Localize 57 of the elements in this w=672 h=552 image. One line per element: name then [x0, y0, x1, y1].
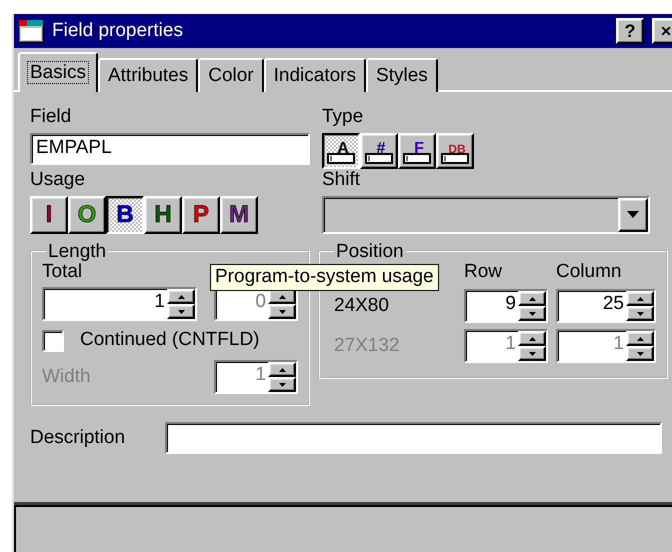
up-arrow-icon	[278, 368, 286, 372]
description-label: Description	[30, 426, 126, 450]
tab[interactable]: Attributes	[98, 58, 198, 92]
tab[interactable]: Styles	[366, 58, 438, 92]
tooltip: Program-to-system usage	[210, 264, 439, 291]
down-arrow-icon	[278, 382, 286, 387]
total-label: Total	[42, 260, 82, 284]
up-arrow-icon	[278, 294, 286, 299]
screen-size-label: 27X132	[333, 334, 401, 358]
help-button[interactable]: ?	[616, 18, 644, 44]
checkbox[interactable]	[42, 330, 64, 352]
width-label: Width	[42, 366, 91, 389]
up-arrow-icon	[636, 336, 644, 341]
usage-button[interactable]: I	[30, 196, 68, 234]
column-spin-field[interactable]: 25	[556, 289, 656, 324]
dropdown-button[interactable]	[618, 198, 648, 232]
column-label: Column	[556, 260, 622, 284]
spin-up-button[interactable]	[167, 289, 195, 304]
usage-button[interactable]: H	[144, 196, 182, 234]
length-legend: Length	[46, 242, 108, 261]
window-title: Field properties	[52, 20, 184, 42]
spin-down-button[interactable]	[518, 306, 546, 322]
field-label: Field	[30, 106, 72, 129]
down-arrow-icon	[278, 310, 286, 314]
row-spin-field[interactable]: 9	[464, 289, 548, 324]
up-arrow-icon	[528, 296, 536, 301]
caret-icon	[626, 210, 640, 220]
row-label: Row	[464, 260, 504, 284]
usage-button[interactable]: M	[220, 196, 258, 234]
shift-dropdown[interactable]	[322, 196, 650, 234]
up-arrow-icon	[178, 294, 184, 299]
usage-label: Usage	[30, 168, 86, 192]
close-button[interactable]: ×	[652, 18, 672, 44]
field-input[interactable]: EMPAPL	[30, 132, 310, 165]
up-arrow-icon	[528, 336, 536, 341]
tab[interactable]: Color	[198, 58, 264, 92]
down-arrow-icon	[636, 352, 644, 356]
screen-size-label: 24X80	[333, 294, 390, 318]
checkbox-label[interactable]: Continued (CNTFLD)	[80, 329, 260, 352]
tab[interactable]: Basics	[18, 52, 98, 92]
tab[interactable]: Indicators	[264, 58, 366, 92]
spin-down-button[interactable]	[626, 306, 654, 322]
spin-up-button[interactable]	[626, 291, 654, 306]
usage-button[interactable]: B	[106, 196, 144, 234]
down-arrow-icon	[528, 352, 536, 356]
spin-up-button[interactable]	[518, 291, 546, 306]
spin-down-button[interactable]	[167, 304, 195, 320]
description-input[interactable]	[165, 422, 662, 454]
total-spin-field[interactable]: 1	[42, 287, 197, 322]
down-arrow-icon	[636, 312, 644, 316]
window-icon	[18, 19, 44, 43]
shift-label: Shift	[322, 168, 362, 192]
position-legend: Position	[334, 242, 406, 261]
down-arrow-icon	[528, 312, 536, 316]
type-label: Type	[322, 106, 364, 129]
down-arrow-icon	[178, 310, 184, 314]
up-arrow-icon	[636, 296, 644, 301]
